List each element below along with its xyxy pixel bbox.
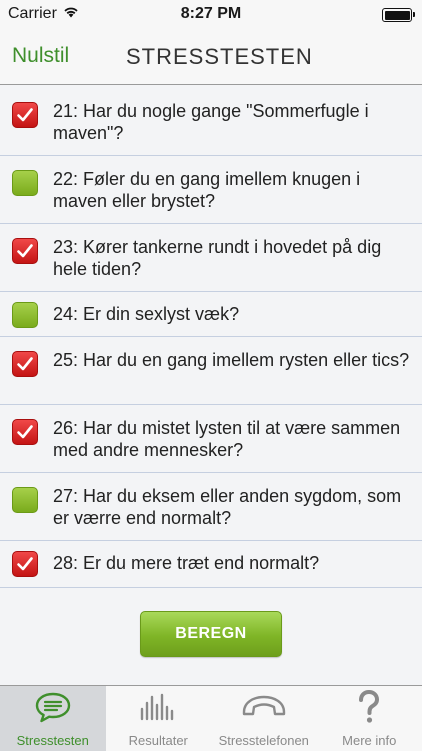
question-row[interactable]: 21: Har du nogle gange "Sommerfugle i ma… bbox=[0, 85, 422, 156]
question-row[interactable]: 23: Kører tankerne rundt i hovedet på di… bbox=[0, 224, 422, 292]
checkmark-icon bbox=[16, 355, 34, 373]
checkmark-icon bbox=[16, 242, 34, 260]
checkbox[interactable] bbox=[12, 419, 38, 445]
bar-chart-icon bbox=[138, 691, 178, 728]
checkbox[interactable] bbox=[12, 238, 38, 264]
question-row[interactable]: 28: Er du mere træt end normalt? bbox=[0, 541, 422, 588]
checkmark-icon bbox=[16, 423, 34, 441]
checkbox[interactable] bbox=[12, 302, 38, 328]
question-text: 26: Har du mistet lysten til at være sam… bbox=[53, 417, 410, 461]
status-bar: Carrier 8:27 PM bbox=[0, 0, 422, 30]
tab-stresstelefonen[interactable]: Stresstelefonen bbox=[211, 686, 317, 751]
calculate-area: BEREGN bbox=[0, 588, 422, 685]
question-text: 22: Føler du en gang imellem knugen i ma… bbox=[53, 168, 410, 212]
checkmark-icon bbox=[16, 106, 34, 124]
question-row[interactable]: 24: Er din sexlyst væk? bbox=[0, 292, 422, 337]
tab-label: Stresstesten bbox=[0, 733, 106, 748]
checkbox[interactable] bbox=[12, 102, 38, 128]
tab-resultater[interactable]: Resultater bbox=[106, 686, 212, 751]
tab-bar: Stresstesten Resultater bbox=[0, 685, 422, 751]
question-list[interactable]: 21: Har du nogle gange "Sommerfugle i ma… bbox=[0, 85, 422, 588]
checkbox[interactable] bbox=[12, 551, 38, 577]
tab-label: Resultater bbox=[106, 733, 212, 748]
question-text: 21: Har du nogle gange "Sommerfugle i ma… bbox=[53, 100, 410, 144]
tab-mere-info[interactable]: Mere info bbox=[317, 686, 422, 751]
tab-label: Mere info bbox=[317, 733, 422, 748]
calculate-button[interactable]: BEREGN bbox=[140, 611, 282, 657]
navigation-bar: Nulstil STRESSTESTEN bbox=[0, 30, 422, 85]
battery-icon bbox=[382, 8, 412, 22]
checkmark-icon bbox=[16, 555, 34, 573]
speech-bubble-icon bbox=[34, 691, 72, 728]
status-time: 8:27 PM bbox=[0, 5, 422, 23]
phone-icon bbox=[240, 692, 288, 727]
question-mark-icon bbox=[356, 690, 382, 729]
question-row[interactable]: 25: Har du en gang imellem rysten eller … bbox=[0, 337, 422, 405]
question-text: 24: Er din sexlyst væk? bbox=[53, 303, 410, 325]
checkbox[interactable] bbox=[12, 351, 38, 377]
question-row[interactable]: 22: Føler du en gang imellem knugen i ma… bbox=[0, 156, 422, 224]
question-row[interactable]: 27: Har du eksem eller anden sygdom, som… bbox=[0, 473, 422, 541]
question-text: 28: Er du mere træt end normalt? bbox=[53, 552, 410, 574]
tab-label: Stresstelefonen bbox=[211, 733, 317, 748]
checkbox[interactable] bbox=[12, 487, 38, 513]
question-text: 23: Kører tankerne rundt i hovedet på di… bbox=[53, 236, 410, 280]
question-text: 25: Har du en gang imellem rysten eller … bbox=[53, 349, 410, 371]
tab-stresstesten[interactable]: Stresstesten bbox=[0, 686, 106, 751]
reset-button[interactable]: Nulstil bbox=[12, 44, 69, 68]
page-title: STRESSTESTEN bbox=[126, 44, 313, 70]
question-text: 27: Har du eksem eller anden sygdom, som… bbox=[53, 485, 410, 529]
checkbox[interactable] bbox=[12, 170, 38, 196]
question-row[interactable]: 26: Har du mistet lysten til at være sam… bbox=[0, 405, 422, 473]
